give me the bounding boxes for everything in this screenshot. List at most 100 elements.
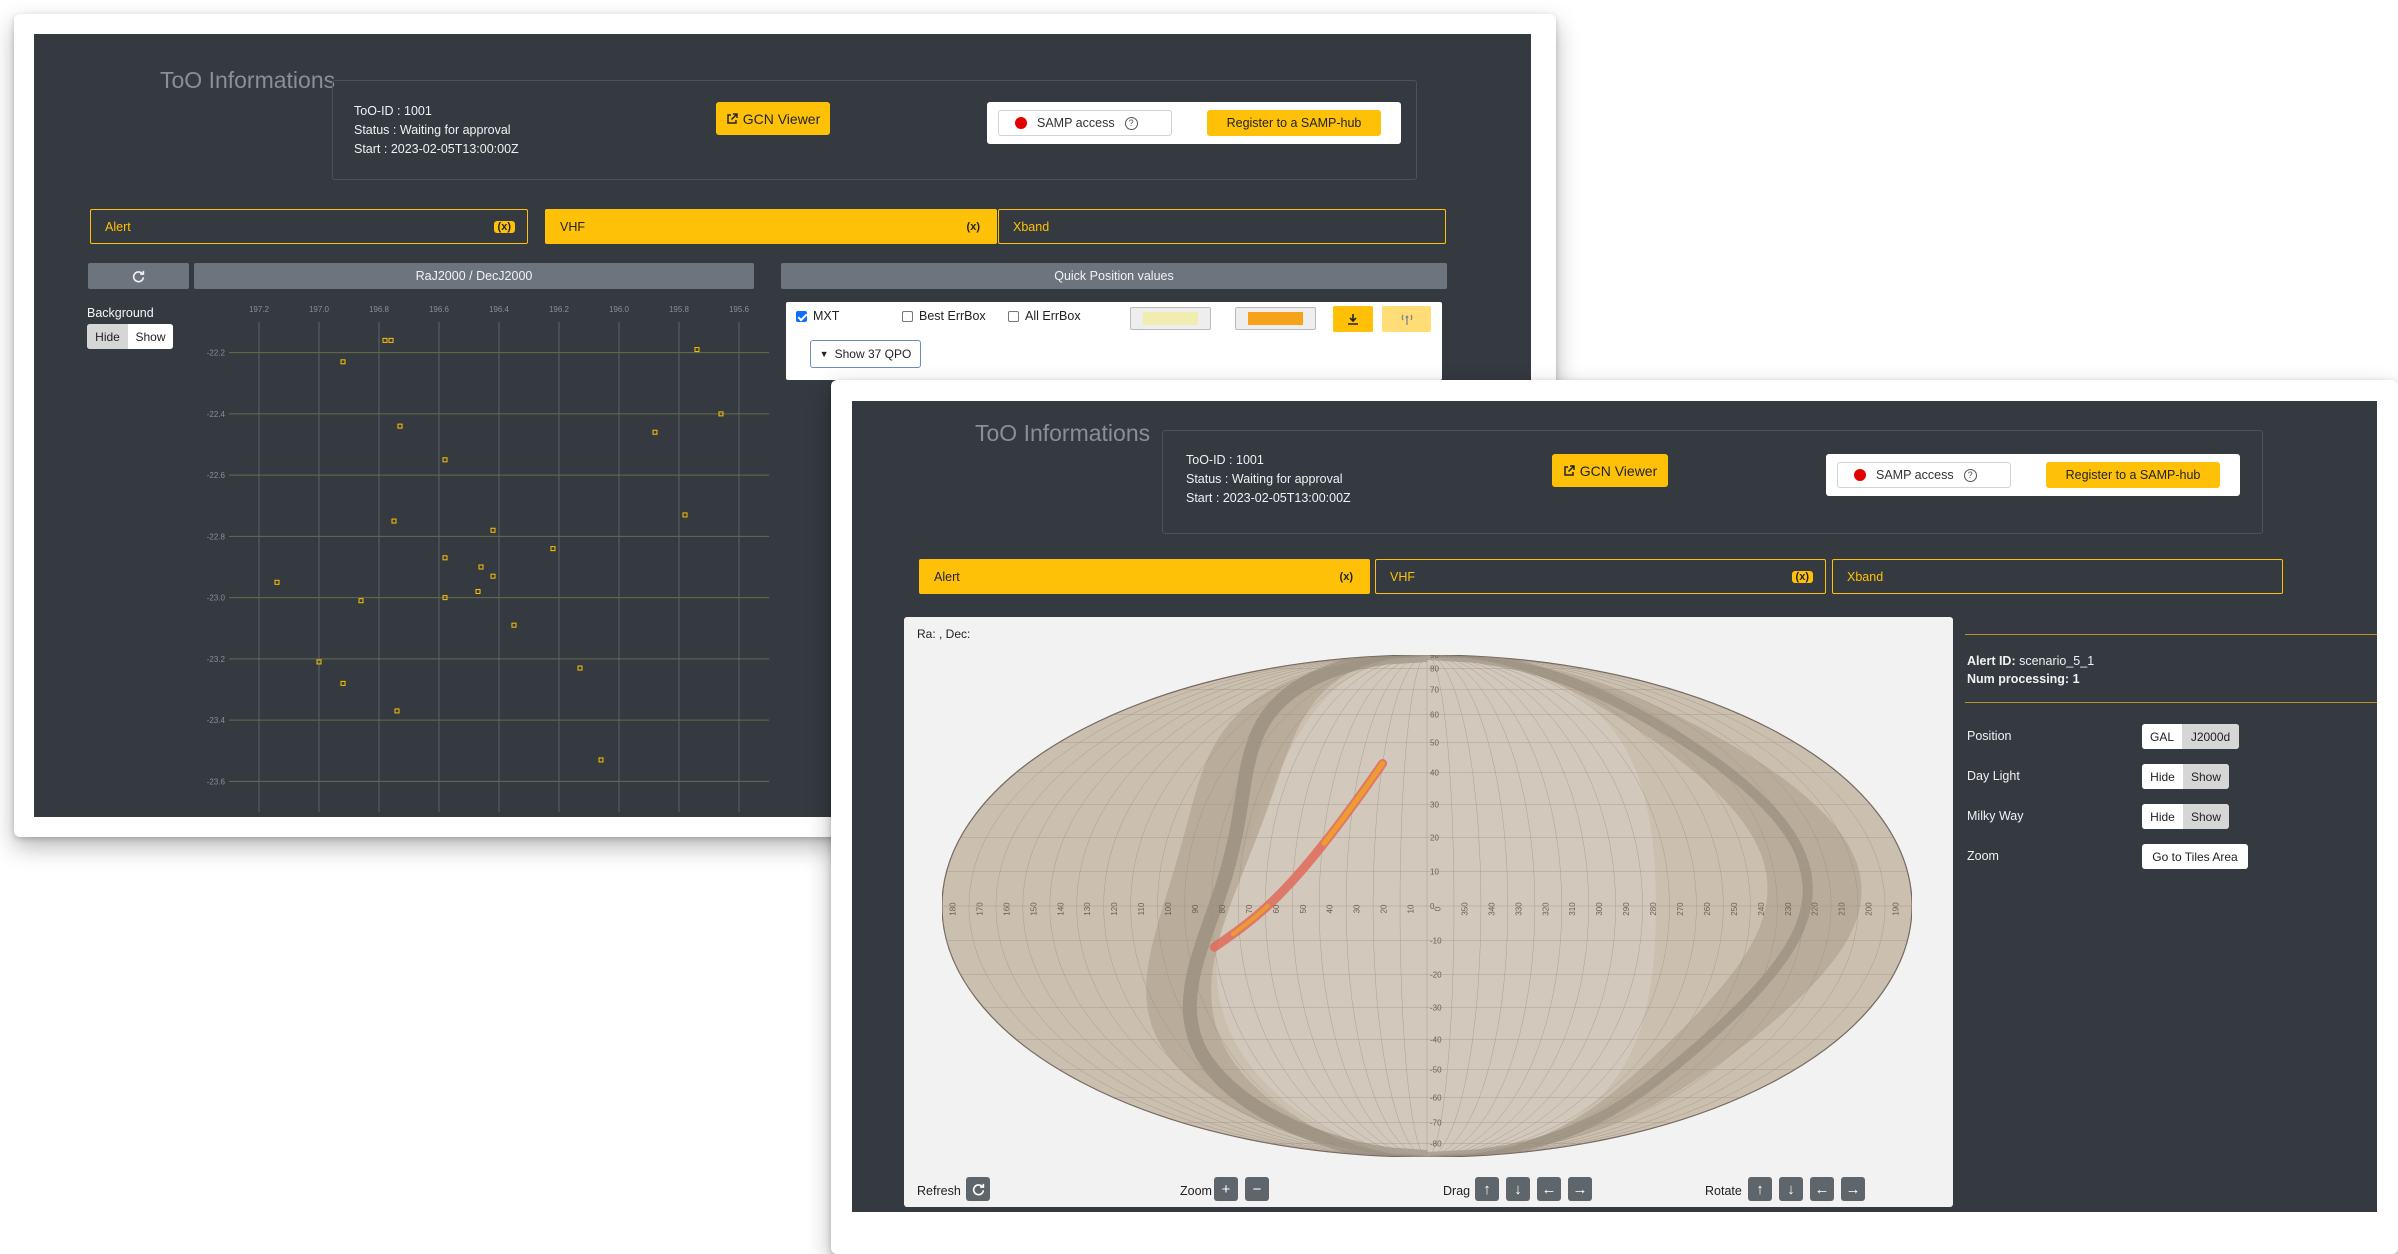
scatter-point bbox=[652, 429, 658, 435]
tab-xband[interactable]: Xband bbox=[998, 209, 1446, 244]
longitude-label: 120 bbox=[1110, 902, 1119, 916]
scatter-point bbox=[442, 555, 448, 561]
drag-right-button[interactable]: → bbox=[1568, 1177, 1592, 1201]
longitude-label: 140 bbox=[1056, 902, 1065, 916]
too-title: ToO Informations bbox=[160, 67, 336, 93]
refresh-icon bbox=[132, 270, 145, 282]
tab-xband-label: Xband bbox=[1013, 219, 1050, 234]
position-gal-button[interactable]: GAL bbox=[2142, 724, 2182, 749]
scatter-point bbox=[397, 423, 403, 429]
background-hide-button[interactable]: Hide bbox=[87, 324, 128, 349]
swatch-light bbox=[1142, 312, 1199, 325]
rotate-up-button[interactable]: ↑ bbox=[1748, 1177, 1772, 1201]
coord-system-bar: RaJ2000 / DecJ2000 bbox=[194, 263, 754, 289]
y-tick-label: -22.8 bbox=[207, 532, 226, 541]
rotate-left-button[interactable]: ← bbox=[1810, 1177, 1834, 1201]
alert-id-value: scenario_5_1 bbox=[2019, 654, 2095, 668]
errbox-color-picker-orange[interactable] bbox=[1235, 307, 1316, 330]
latitude-label: 90 bbox=[1430, 655, 1439, 660]
x-tick-label: 196.2 bbox=[549, 305, 570, 314]
gcn-viewer-button[interactable]: GCN Viewer bbox=[716, 102, 830, 135]
samp-access-button[interactable]: SAMP access ? bbox=[998, 110, 1172, 136]
side-divider-top bbox=[1965, 634, 2377, 635]
longitude-label: 200 bbox=[1865, 902, 1874, 916]
milky-way-hide-button[interactable]: Hide bbox=[2142, 804, 2183, 829]
longitude-label: 160 bbox=[1002, 902, 1011, 916]
samp-access-button[interactable]: SAMP access ? bbox=[1837, 462, 2011, 488]
longitude-label: 260 bbox=[1703, 902, 1712, 916]
mxt-option[interactable]: MXT bbox=[796, 309, 839, 323]
show-qpo-toggle[interactable]: ▼ Show 37 QPO bbox=[810, 340, 921, 368]
scatter-point bbox=[391, 518, 397, 524]
antenna-icon bbox=[1401, 314, 1412, 325]
samp-status-dot bbox=[1015, 117, 1027, 129]
help-icon[interactable]: ? bbox=[1124, 116, 1138, 130]
mxt-label: MXT bbox=[813, 309, 840, 323]
alert-id-label: Alert ID: bbox=[1967, 654, 2016, 668]
too-id: ToO-ID : 1001 bbox=[1186, 453, 1264, 467]
tab-vhf-close[interactable]: (x) bbox=[963, 221, 984, 233]
longitude-label: 0 bbox=[1434, 906, 1443, 911]
arrow-down-icon: ↓ bbox=[1787, 1180, 1795, 1198]
zoom-setting-label: Zoom bbox=[1967, 849, 1999, 863]
longitude-label: 90 bbox=[1191, 904, 1200, 913]
longitude-label: 240 bbox=[1757, 902, 1766, 916]
day-light-label: Day Light bbox=[1967, 769, 2020, 783]
refresh-label: Refresh bbox=[917, 1184, 961, 1198]
milky-way-show-button[interactable]: Show bbox=[2183, 804, 2229, 829]
mxt-checkbox[interactable] bbox=[796, 310, 807, 322]
day-light-hide-button[interactable]: Hide bbox=[2142, 764, 2183, 789]
gcn-viewer-label: GCN Viewer bbox=[1579, 462, 1658, 479]
day-light-show-button[interactable]: Show bbox=[2183, 764, 2229, 789]
too-start: Start : 2023-02-05T13:00:00Z bbox=[1186, 491, 1351, 505]
drag-label: Drag bbox=[1443, 1184, 1471, 1198]
all-errbox-option[interactable]: All ErrBox bbox=[1008, 309, 1081, 323]
longitude-label: 310 bbox=[1568, 902, 1577, 916]
num-processing-label: Num processing: bbox=[1967, 672, 2070, 686]
tab-alert[interactable]: Alert (x) bbox=[90, 209, 528, 244]
register-samp-hub-button[interactable]: Register to a SAMP-hub bbox=[2046, 462, 2220, 488]
zoom-out-button[interactable]: − bbox=[1245, 1177, 1269, 1201]
plus-icon: + bbox=[1221, 1180, 1231, 1198]
refresh-icon bbox=[972, 1183, 984, 1195]
x-tick-label: 197.0 bbox=[309, 305, 330, 314]
help-icon[interactable]: ? bbox=[1963, 468, 1977, 482]
front-window: ToO Informations ToO-ID : 1001 Status : … bbox=[831, 380, 2398, 1254]
position-j2000d-button[interactable]: J2000d bbox=[2182, 724, 2239, 749]
scatter-point bbox=[598, 757, 604, 763]
rotate-label: Rotate bbox=[1705, 1184, 1742, 1198]
rotate-right-button[interactable]: → bbox=[1841, 1177, 1865, 1201]
latitude-label: 40 bbox=[1430, 769, 1439, 778]
tab-alert[interactable]: Alert (x) bbox=[919, 559, 1370, 594]
rotate-down-button[interactable]: ↓ bbox=[1779, 1177, 1803, 1201]
tab-alert-close[interactable]: (x) bbox=[493, 220, 515, 233]
mollweide-sky-map[interactable]: 9080706050403020100-10-20-30-40-50-60-70… bbox=[942, 655, 1912, 1157]
tab-alert-close[interactable]: (x) bbox=[1336, 571, 1357, 583]
download-button[interactable] bbox=[1333, 306, 1373, 332]
drag-left-button[interactable]: ← bbox=[1537, 1177, 1561, 1201]
antenna-button[interactable] bbox=[1382, 306, 1431, 332]
samp-access-label: SAMP access bbox=[1037, 116, 1115, 130]
longitude-label: 110 bbox=[1137, 902, 1146, 915]
tab-xband[interactable]: Xband bbox=[1832, 559, 2283, 594]
drag-up-button[interactable]: ↑ bbox=[1475, 1177, 1499, 1201]
best-errbox-checkbox[interactable] bbox=[902, 310, 913, 322]
scatter-point bbox=[358, 598, 364, 604]
refresh-map-button[interactable] bbox=[966, 1177, 990, 1201]
day-light-toggle: Hide Show bbox=[2142, 764, 2229, 789]
errbox-color-picker-light[interactable] bbox=[1130, 307, 1211, 330]
register-samp-hub-button[interactable]: Register to a SAMP-hub bbox=[1207, 110, 1381, 136]
drag-down-button[interactable]: ↓ bbox=[1506, 1177, 1530, 1201]
all-errbox-checkbox[interactable] bbox=[1008, 310, 1019, 322]
tab-vhf[interactable]: VHF (x) bbox=[1375, 559, 1826, 594]
background-show-button[interactable]: Show bbox=[128, 324, 173, 349]
refresh-button[interactable] bbox=[88, 263, 189, 289]
tab-vhf-close[interactable]: (x) bbox=[1791, 570, 1813, 583]
best-errbox-option[interactable]: Best ErrBox bbox=[902, 309, 986, 323]
latitude-label: 30 bbox=[1430, 801, 1439, 810]
tab-vhf[interactable]: VHF (x) bbox=[545, 209, 997, 244]
milky-way-toggle: Hide Show bbox=[2142, 804, 2229, 829]
go-to-tiles-area-button[interactable]: Go to Tiles Area bbox=[2142, 844, 2248, 869]
gcn-viewer-button[interactable]: GCN Viewer bbox=[1552, 454, 1668, 487]
zoom-in-button[interactable]: + bbox=[1214, 1177, 1238, 1201]
